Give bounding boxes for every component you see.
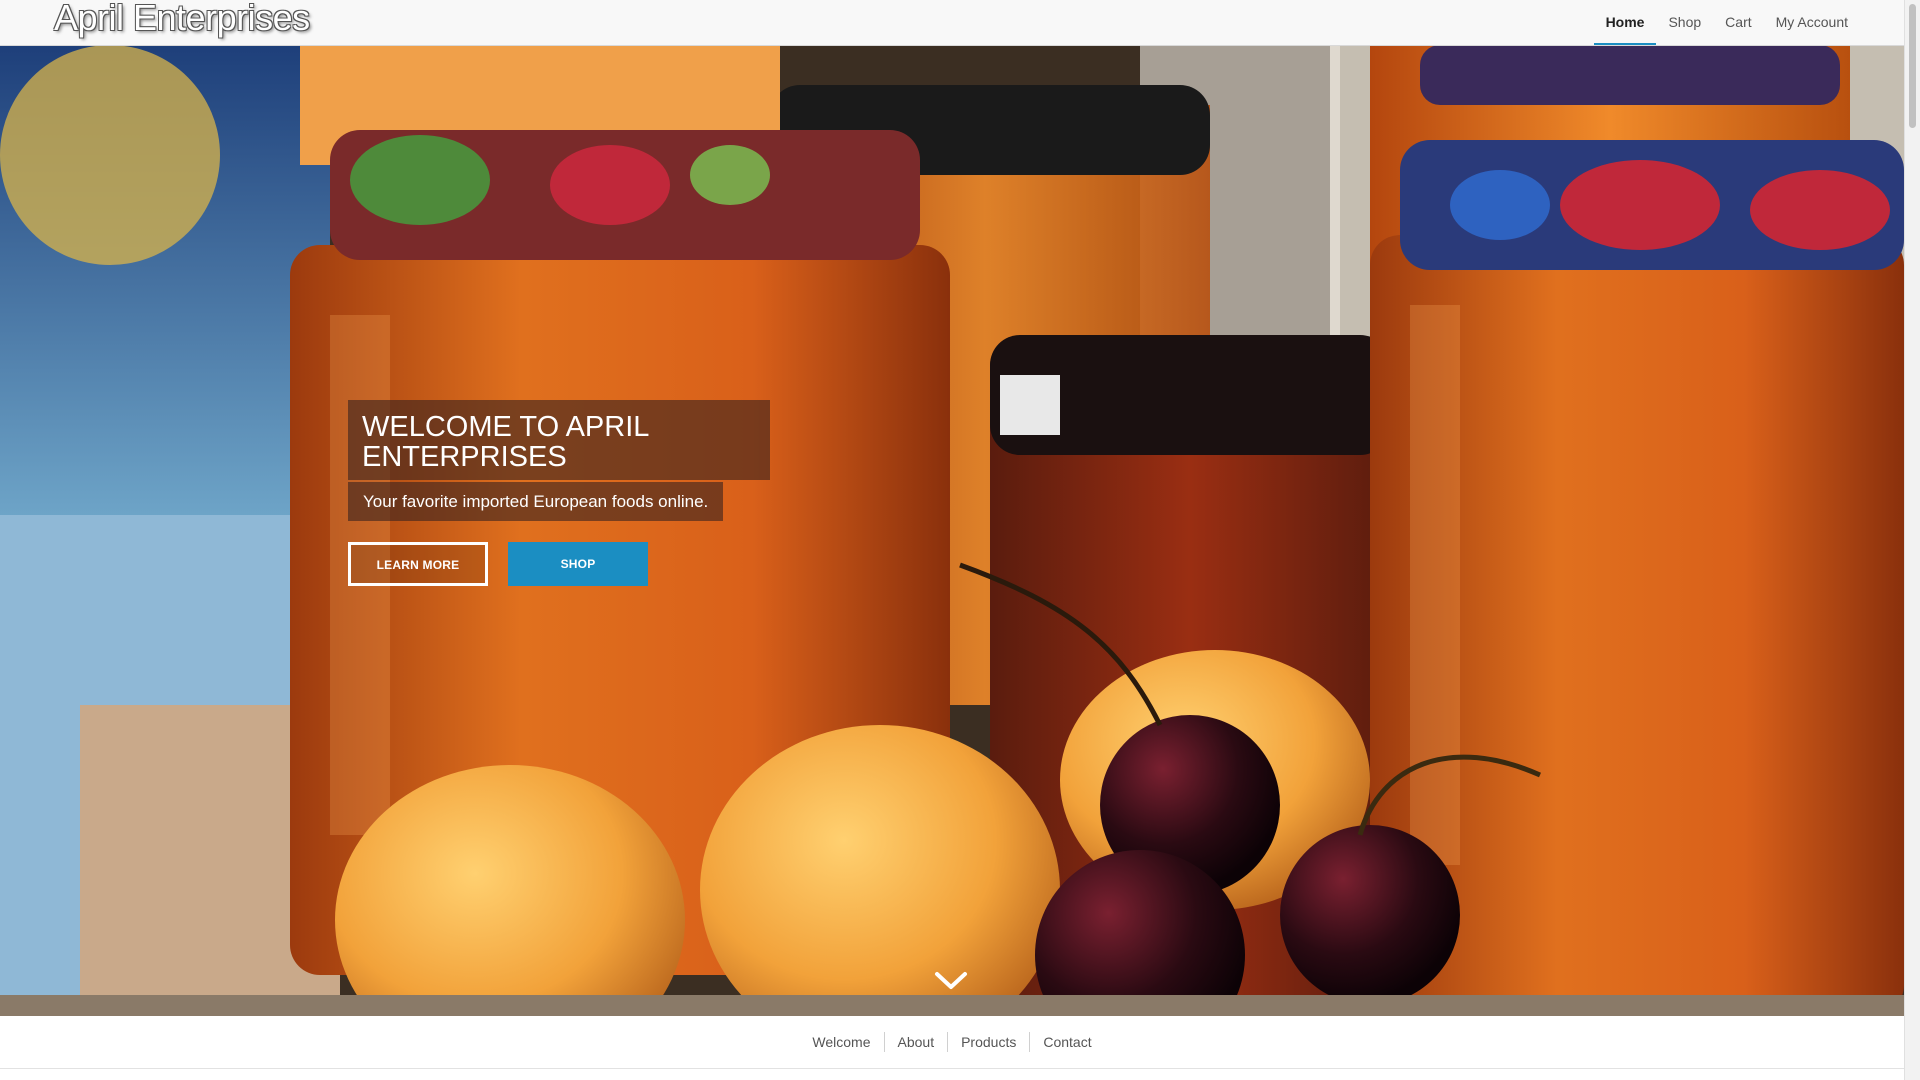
nav-shop[interactable]: Shop bbox=[1656, 0, 1713, 45]
hero-title-box: WELCOME TO APRIL ENTERPRISES bbox=[348, 400, 770, 480]
site-header: April Enterprises Home Shop Cart My Acco… bbox=[0, 0, 1904, 46]
section-link-welcome[interactable]: Welcome bbox=[799, 1032, 883, 1052]
site-logo[interactable]: April Enterprises bbox=[54, 0, 310, 39]
nav-home[interactable]: Home bbox=[1593, 0, 1657, 45]
shop-button[interactable]: SHOP bbox=[508, 542, 648, 586]
section-link-products[interactable]: Products bbox=[947, 1032, 1029, 1052]
learn-more-button[interactable]: LEARN MORE bbox=[348, 542, 488, 586]
hero-title: WELCOME TO APRIL ENTERPRISES bbox=[362, 411, 649, 473]
hero-subtitle: Your favorite imported European foods on… bbox=[348, 482, 724, 521]
section-link-about[interactable]: About bbox=[883, 1032, 948, 1052]
nav-cart[interactable]: Cart bbox=[1713, 0, 1763, 45]
hero-background-image bbox=[0, 45, 1904, 1016]
page-scrollbar[interactable] bbox=[1904, 0, 1920, 1080]
section-nav: Welcome About Products Contact bbox=[0, 1016, 1904, 1069]
hero-section: WELCOME TO APRIL ENTERPRISES Your favori… bbox=[0, 45, 1904, 1016]
section-link-contact[interactable]: Contact bbox=[1029, 1032, 1104, 1052]
main-nav: Home Shop Cart My Account bbox=[1593, 0, 1860, 45]
nav-my-account[interactable]: My Account bbox=[1764, 0, 1860, 45]
chevron-down-icon[interactable] bbox=[934, 970, 968, 992]
scrollbar-thumb[interactable] bbox=[1909, 4, 1916, 128]
